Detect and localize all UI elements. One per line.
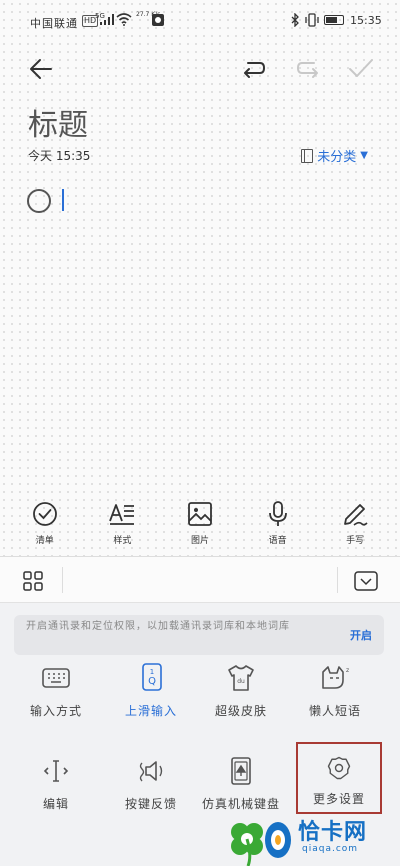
note-title[interactable]: 标题 (28, 100, 88, 144)
checkmark-icon[interactable] (348, 56, 374, 82)
divider (62, 567, 63, 593)
checklist-icon (32, 502, 57, 526)
carrier-name: 中国联通 (30, 17, 78, 30)
key-feedback-icon (139, 761, 163, 782)
status-bar: 中国联通 HD 5G 27.7 K/s 15:35 (0, 0, 400, 40)
option-label: 编辑 (42, 797, 69, 811)
tool-label: 手写 (346, 536, 365, 546)
keyboard-top-bar (0, 557, 400, 603)
option-super-skin[interactable]: du 超级皮肤 (196, 662, 286, 719)
category-label: 未分类 (317, 150, 357, 165)
app-notification-icon (152, 14, 164, 26)
lazy-cat-icon: z (322, 666, 349, 689)
wifi-icon (116, 13, 132, 26)
permission-banner: 开启通讯录和定位权限，以加载通讯录词库和本地词库 开启 (14, 615, 384, 655)
option-more-settings[interactable]: 更多设置 (296, 742, 382, 814)
svg-text:Q: Q (148, 676, 156, 687)
watermark-name: 恰卡网 (298, 820, 368, 845)
option-label: 仿真机械键盘 (201, 797, 280, 811)
text-cursor (62, 189, 64, 211)
dropdown-caret-icon: ▼ (360, 150, 368, 161)
option-swipe-input[interactable]: 1 Q 上滑输入 (106, 662, 196, 719)
option-input-method[interactable]: 输入方式 (11, 662, 101, 719)
tool-label: 样式 (113, 536, 132, 546)
tool-handwriting[interactable]: 手写 (323, 500, 387, 556)
tool-label: 语音 (268, 536, 287, 546)
option-label: 输入方式 (29, 704, 82, 718)
bluetooth-icon (291, 13, 299, 27)
redo-icon[interactable] (295, 56, 321, 82)
note-timestamp: 今天 15:35 (28, 149, 91, 163)
watermark-logo: 恰卡网 qiaqa.com (218, 812, 400, 866)
tool-style[interactable]: 样式 (90, 500, 154, 556)
option-edit[interactable]: 编辑 (11, 755, 101, 812)
notebook-icon (301, 148, 314, 163)
microphone-icon (268, 501, 287, 526)
clover-logo-icon (231, 822, 291, 866)
tool-image[interactable]: 图片 (168, 500, 232, 556)
option-key-feedback[interactable]: 按键反馈 (106, 755, 196, 812)
text-style-icon (109, 504, 135, 525)
text-cursor-icon (43, 760, 69, 782)
svg-text:1: 1 (150, 668, 154, 676)
permission-text: 开启通讯录和定位权限，以加载通讯录词库和本地词库 (26, 621, 290, 632)
option-label: 更多设置 (312, 792, 365, 806)
option-label: 超级皮肤 (214, 704, 267, 718)
tool-checklist[interactable]: 清单 (13, 500, 77, 556)
image-icon (188, 502, 212, 526)
mechanical-keyboard-icon (231, 757, 251, 785)
svg-text:du: du (237, 678, 245, 685)
collapse-keyboard-icon[interactable] (354, 571, 378, 591)
option-mechanical-keyboard[interactable]: 仿真机械键盘 (196, 755, 286, 812)
keyboard-icon (42, 668, 70, 688)
back-arrow-icon[interactable] (28, 56, 54, 82)
enable-permission-button[interactable]: 开启 (350, 627, 372, 643)
settings-gear-icon (327, 756, 351, 780)
battery-icon (324, 15, 344, 25)
tool-voice[interactable]: 语音 (246, 500, 310, 556)
divider (337, 567, 338, 593)
handwriting-pen-icon (344, 504, 368, 526)
option-label: 按键反馈 (124, 797, 177, 811)
grid-menu-icon[interactable] (23, 571, 43, 591)
tshirt-skin-icon: du (228, 665, 254, 691)
note-canvas[interactable] (0, 0, 400, 556)
tool-label: 图片 (190, 536, 209, 546)
tool-label: 清单 (35, 536, 54, 546)
swipe-up-input-icon: 1 Q (142, 663, 162, 691)
watermark-url: qiaqa.com (302, 844, 359, 854)
option-label: 懒人短语 (308, 704, 361, 718)
status-time: 15:35 (350, 14, 382, 27)
vibrate-icon (305, 13, 319, 27)
option-label: 上滑输入 (124, 704, 177, 718)
signal-icon (100, 14, 114, 25)
editor-tool-bar: 清单 样式 图片 语音 手写 (0, 500, 400, 556)
category-selector[interactable]: 未分类 ▼ (301, 146, 368, 165)
undo-icon[interactable] (241, 56, 267, 82)
svg-text:z: z (346, 667, 349, 674)
option-lazy-phrases[interactable]: z 懒人短语 (290, 662, 380, 719)
checklist-circle[interactable] (27, 189, 51, 213)
